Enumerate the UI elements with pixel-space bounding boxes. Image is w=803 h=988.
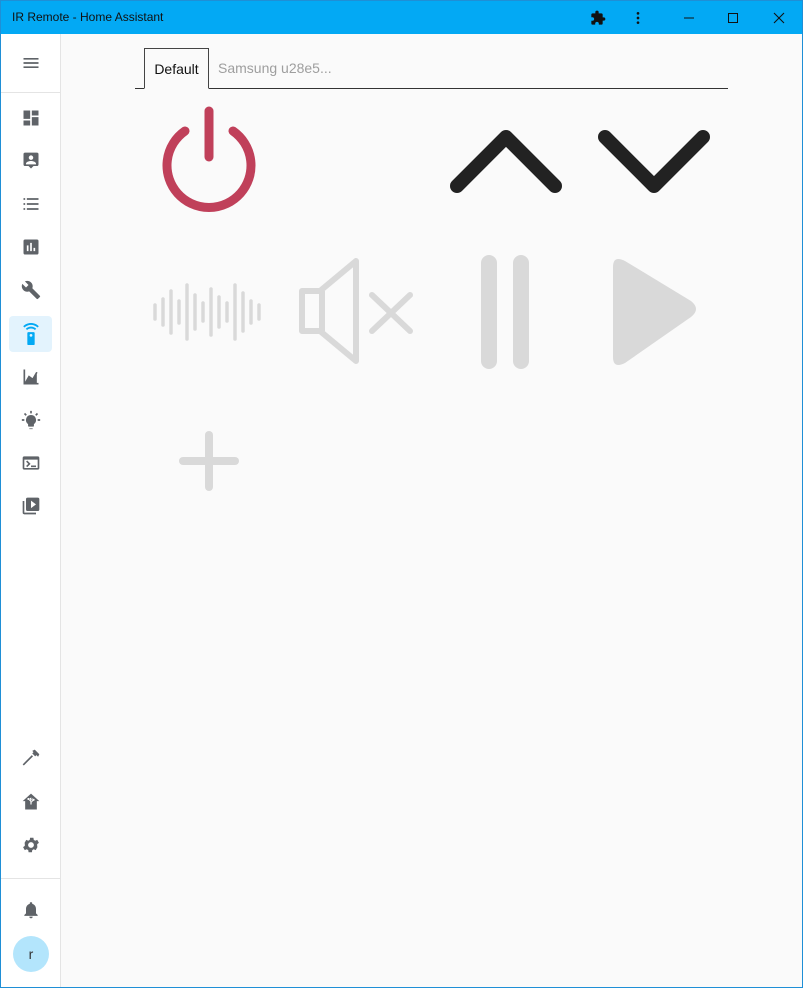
chevron-down-icon bbox=[598, 130, 710, 193]
sidebar-item-energy[interactable] bbox=[9, 359, 52, 395]
mute-button[interactable] bbox=[298, 255, 416, 367]
sidebar-item-map[interactable] bbox=[9, 143, 52, 179]
bell-icon bbox=[23, 902, 38, 919]
sidebar-item-ir-remote[interactable] bbox=[9, 316, 52, 352]
play-icon bbox=[613, 259, 696, 365]
sidebar-divider bbox=[1, 878, 60, 879]
tab-bar: Default Samsung u28e5... bbox=[135, 48, 728, 89]
chevron-up-icon bbox=[450, 130, 562, 193]
channel-up-button[interactable] bbox=[447, 123, 565, 203]
window-title: IR Remote - Home Assistant bbox=[12, 10, 164, 24]
minimize-icon[interactable] bbox=[669, 1, 709, 34]
sidebar-item-config[interactable] bbox=[9, 272, 52, 308]
gear-icon bbox=[22, 837, 39, 853]
tab-samsung[interactable]: Samsung u28e5... bbox=[218, 48, 338, 88]
channel-down-button[interactable] bbox=[595, 123, 713, 203]
bar-chart-icon bbox=[23, 239, 38, 255]
hammer-icon bbox=[22, 749, 39, 766]
dashboard-icon bbox=[23, 110, 38, 126]
sidebar-item-supervisor[interactable] bbox=[9, 784, 52, 820]
more-vert-icon[interactable] bbox=[626, 1, 650, 34]
pause-button[interactable] bbox=[479, 253, 535, 371]
tab-default[interactable]: Default bbox=[144, 48, 209, 89]
remote-icon bbox=[22, 323, 39, 345]
sidebar-item-history[interactable] bbox=[9, 229, 52, 265]
waveform-icon bbox=[153, 283, 261, 341]
media-icon bbox=[22, 497, 39, 515]
play-button[interactable] bbox=[609, 253, 701, 371]
account-box-icon bbox=[23, 152, 38, 169]
sidebar: r bbox=[1, 34, 61, 987]
extensions-icon[interactable] bbox=[585, 1, 611, 34]
lightbulb-icon bbox=[21, 410, 40, 430]
wrench-icon bbox=[21, 280, 40, 300]
volume-off-icon bbox=[299, 258, 413, 364]
sound-button[interactable] bbox=[151, 281, 267, 343]
avatar[interactable]: r bbox=[13, 936, 49, 972]
maximize-icon[interactable] bbox=[713, 1, 753, 34]
power-icon bbox=[162, 106, 256, 212]
sidebar-divider bbox=[1, 92, 60, 93]
sidebar-item-developer-tools[interactable] bbox=[9, 740, 52, 776]
sidebar-item-overview[interactable] bbox=[9, 100, 52, 136]
terminal-icon bbox=[22, 456, 39, 470]
sidebar-item-media[interactable] bbox=[9, 488, 52, 524]
add-button[interactable] bbox=[179, 431, 239, 491]
app-window: IR Remote - Home Assistant r Default Sam… bbox=[0, 0, 803, 988]
plus-icon bbox=[179, 431, 239, 491]
sidebar-item-lights[interactable] bbox=[9, 402, 52, 438]
area-chart-icon bbox=[23, 369, 38, 385]
power-button[interactable] bbox=[151, 101, 267, 221]
sidebar-item-logbook[interactable] bbox=[9, 186, 52, 222]
title-bar: IR Remote - Home Assistant bbox=[1, 1, 802, 34]
sidebar-item-terminal[interactable] bbox=[9, 445, 52, 481]
pause-icon bbox=[481, 255, 529, 369]
sidebar-item-notifications[interactable] bbox=[9, 892, 52, 928]
list-icon bbox=[23, 198, 38, 210]
close-icon[interactable] bbox=[759, 1, 799, 34]
home-assistant-icon bbox=[22, 793, 39, 810]
menu-icon[interactable] bbox=[9, 45, 52, 81]
sidebar-item-settings[interactable] bbox=[9, 827, 52, 863]
